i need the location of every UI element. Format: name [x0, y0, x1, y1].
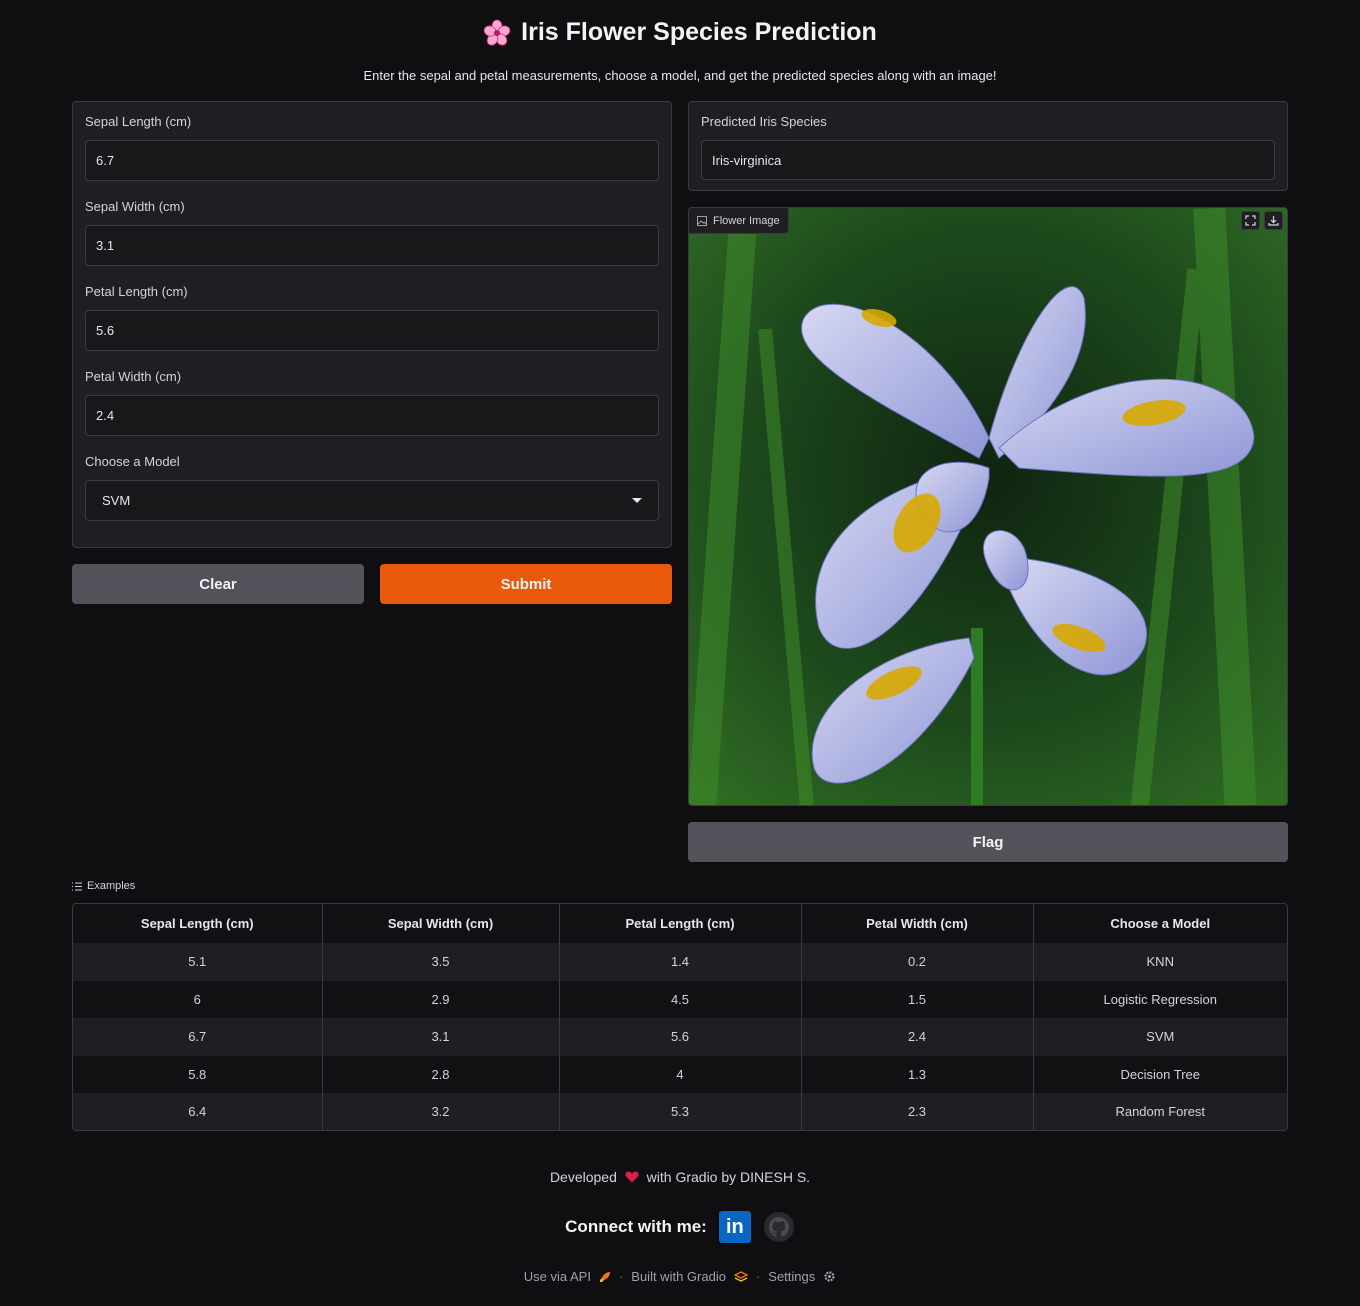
fullscreen-icon[interactable] — [1241, 211, 1260, 230]
sepal-length-field: Sepal Length (cm) 6.7 — [85, 114, 659, 181]
table-row[interactable]: 6.7 3.1 5.6 2.4 SVM — [73, 1018, 1287, 1056]
use-api-link[interactable]: Use via API — [524, 1269, 591, 1284]
model-select[interactable]: SVM — [85, 480, 659, 521]
developer-credit: Developed with Gradio by DINESH S. — [0, 1169, 1360, 1185]
table-cell: 4.5 — [559, 980, 802, 1018]
model-label: Choose a Model — [85, 454, 180, 469]
image-label: Flower Image — [713, 214, 780, 227]
table-cell: 0.2 — [801, 943, 1034, 981]
table-cell: Random Forest — [1033, 1093, 1287, 1130]
table-cell: 5.3 — [559, 1093, 802, 1130]
image-label-tag: Flower Image — [689, 208, 789, 234]
table-header: Petal Length (cm) — [559, 904, 802, 943]
petal-length-field: Petal Length (cm) 5.6 — [85, 284, 659, 351]
table-header: Sepal Length (cm) — [73, 904, 323, 943]
page-title-text: Iris Flower Species Prediction — [521, 18, 877, 46]
table-cell: Decision Tree — [1033, 1055, 1287, 1093]
developed-by-text: with Gradio by DINESH S. — [646, 1169, 811, 1185]
model-select-value: SVM — [102, 493, 131, 508]
table-cell: 5.6 — [559, 1018, 802, 1056]
page-title: Iris Flower Species Prediction — [0, 18, 1360, 47]
table-cell: 4 — [559, 1055, 802, 1093]
table-cell: 1.4 — [559, 943, 802, 981]
chevron-down-icon — [632, 498, 642, 503]
download-icon[interactable] — [1264, 211, 1283, 230]
table-cell: 1.5 — [801, 980, 1034, 1018]
heart-icon — [625, 1171, 639, 1183]
table-row[interactable]: 5.8 2.8 4 1.3 Decision Tree — [73, 1055, 1287, 1093]
table-cell: 3.1 — [322, 1018, 560, 1056]
table-header: Sepal Width (cm) — [322, 904, 560, 943]
table-cell: 2.4 — [801, 1018, 1034, 1056]
submit-button[interactable]: Submit — [380, 564, 672, 604]
connect-label: Connect with me: — [565, 1217, 707, 1236]
connect-section: Connect with me: in — [0, 1211, 1360, 1243]
table-cell: 2.8 — [322, 1055, 560, 1093]
sepal-width-field: Sepal Width (cm) 3.1 — [85, 199, 659, 266]
table-cell: 5.8 — [73, 1055, 323, 1093]
table-cell: SVM — [1033, 1018, 1287, 1056]
table-row[interactable]: 5.1 3.5 1.4 0.2 KNN — [73, 943, 1287, 981]
input-panel: Sepal Length (cm) 6.7 Sepal Width (cm) 3… — [72, 101, 672, 548]
rocket-icon — [599, 1271, 610, 1282]
petal-length-label: Petal Length (cm) — [85, 284, 188, 299]
examples-label: Examples — [72, 880, 135, 892]
sepal-width-label: Sepal Width (cm) — [85, 199, 185, 214]
table-header-row: Sepal Length (cm) Sepal Width (cm) Petal… — [73, 904, 1287, 943]
cherry-blossom-icon — [483, 19, 511, 46]
prediction-output[interactable]: Iris-virginica — [701, 140, 1275, 180]
table-cell: 1.3 — [801, 1055, 1034, 1093]
table-cell: KNN — [1033, 943, 1287, 981]
petal-length-input[interactable]: 5.6 — [85, 310, 659, 351]
table-cell: 2.9 — [322, 980, 560, 1018]
footer-separator: · — [618, 1269, 624, 1284]
flower-image-panel: Flower Image — [688, 207, 1288, 806]
sepal-length-label: Sepal Length (cm) — [85, 114, 192, 129]
table-cell: 3.2 — [322, 1093, 560, 1130]
linkedin-icon[interactable]: in — [718, 1211, 751, 1243]
prediction-label: Predicted Iris Species — [701, 114, 827, 129]
petal-width-label: Petal Width (cm) — [85, 369, 182, 384]
petal-width-input[interactable]: 2.4 — [85, 395, 659, 436]
examples-label-text: Examples — [87, 880, 136, 892]
table-cell: 6.4 — [73, 1093, 323, 1130]
developed-text: Developed — [549, 1169, 617, 1185]
table-header: Petal Width (cm) — [801, 904, 1034, 943]
table-row[interactable]: 6.4 3.2 5.3 2.3 Random Forest — [73, 1093, 1287, 1130]
gear-icon — [824, 1271, 835, 1282]
clear-button[interactable]: Clear — [72, 564, 364, 604]
petal-width-field: Petal Width (cm) 2.4 — [85, 369, 659, 436]
github-icon[interactable] — [763, 1211, 795, 1243]
gradio-logo-icon — [733, 1270, 748, 1282]
examples-table: Sepal Length (cm) Sepal Width (cm) Petal… — [72, 903, 1288, 1131]
gradio-footer: Use via API · Built with Gradio · Settin… — [0, 1269, 1360, 1284]
table-cell: 3.5 — [322, 943, 560, 981]
table-cell: 6 — [73, 980, 323, 1018]
table-row[interactable]: 6 2.9 4.5 1.5 Logistic Regression — [73, 980, 1287, 1018]
iris-flower-image — [689, 208, 1287, 805]
model-field: Choose a Model SVM — [85, 454, 659, 521]
image-actions — [1241, 211, 1283, 230]
output-panel: Predicted Iris Species Iris-virginica — [688, 101, 1288, 191]
sepal-width-input[interactable]: 3.1 — [85, 225, 659, 266]
settings-link[interactable]: Settings — [768, 1269, 815, 1284]
table-cell: Logistic Regression — [1033, 980, 1287, 1018]
table-cell: 6.7 — [73, 1018, 323, 1056]
page-subtitle: Enter the sepal and petal measurements, … — [363, 68, 997, 83]
footer-separator: · — [755, 1269, 761, 1284]
built-with-gradio-link[interactable]: Built with Gradio — [631, 1269, 726, 1284]
table-cell: 5.1 — [73, 943, 323, 981]
list-icon — [72, 882, 82, 890]
table-header: Choose a Model — [1033, 904, 1287, 943]
flag-button[interactable]: Flag — [688, 822, 1288, 862]
image-icon — [697, 215, 707, 226]
sepal-length-input[interactable]: 6.7 — [85, 140, 659, 181]
table-cell: 2.3 — [801, 1093, 1034, 1130]
